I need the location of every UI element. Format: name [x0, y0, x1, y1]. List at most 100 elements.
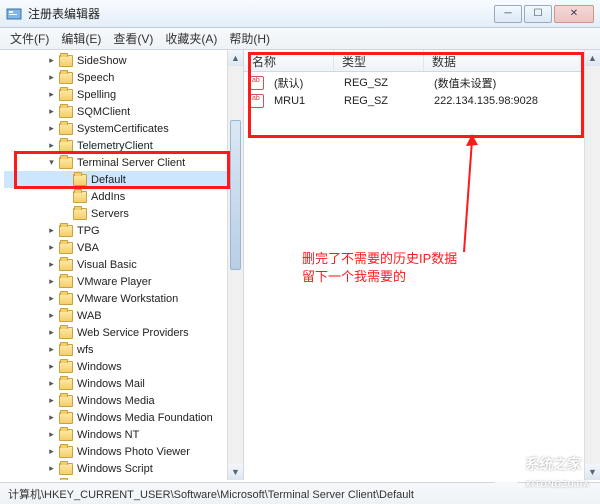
watermark: 系统之家 XITONGZUJIA — [493, 454, 590, 490]
folder-icon — [59, 140, 73, 152]
tree-item[interactable]: ▸ TPG — [4, 222, 243, 239]
scroll-thumb[interactable] — [230, 120, 241, 270]
tree-item[interactable]: ▸Windows Mail — [4, 375, 243, 392]
expander-icon[interactable]: ▸ — [46, 106, 57, 117]
expander-icon[interactable]: ▸ — [46, 463, 57, 474]
value-row[interactable]: MRU1REG_SZ222.134.135.98:9028 — [244, 92, 600, 110]
tree-item[interactable]: ▸ Visual Basic — [4, 256, 243, 273]
tree-item[interactable]: ▸Windows Script Host — [4, 477, 243, 480]
scroll-up-button[interactable]: ▲ — [585, 50, 600, 66]
expander-icon[interactable] — [60, 191, 71, 202]
col-name[interactable]: 名称 — [244, 50, 334, 71]
tree-item[interactable]: ▸Spelling — [4, 86, 243, 103]
tree-item[interactable]: ▸Web Service Providers — [4, 324, 243, 341]
expander-icon[interactable]: ▸ — [46, 276, 57, 287]
scroll-down-button[interactable]: ▼ — [228, 464, 243, 480]
close-button[interactable]: ✕ — [554, 5, 594, 23]
folder-icon — [59, 123, 73, 135]
expander-icon[interactable]: ▾ — [46, 157, 57, 168]
tree-item[interactable]: ▸ Speech — [4, 69, 243, 86]
tree-item[interactable]: ▸ VBA — [4, 239, 243, 256]
annotation-line2: 留下一个我需要的 — [302, 268, 457, 286]
tree-item[interactable]: Default — [4, 171, 243, 188]
tree-label: Default — [91, 174, 126, 186]
tree-label: SystemCertificates — [77, 123, 169, 135]
expander-icon[interactable] — [60, 174, 71, 185]
folder-icon — [59, 310, 73, 322]
expander-icon[interactable]: ▸ — [46, 55, 57, 66]
tree-item[interactable]: Servers — [4, 205, 243, 222]
status-path: 计算机\HKEY_CURRENT_USER\Software\Microsoft… — [8, 489, 414, 501]
values-scrollbar[interactable]: ▲ ▼ — [584, 50, 600, 480]
minimize-button[interactable]: ─ — [494, 5, 522, 23]
tree-item[interactable]: ▸Windows Script — [4, 460, 243, 477]
tree-item[interactable]: ▸Windows Media Foundation — [4, 409, 243, 426]
tree-item[interactable]: ▾Terminal Server Client — [4, 154, 243, 171]
tree-item[interactable]: ▸SQMClient — [4, 103, 243, 120]
value-row[interactable]: (默认)REG_SZ(数值未设置) — [244, 74, 600, 92]
tree-item[interactable]: ▸ SystemCertificates — [4, 120, 243, 137]
folder-icon — [59, 106, 73, 118]
expander-icon[interactable]: ▸ — [46, 327, 57, 338]
expander-icon[interactable]: ▸ — [46, 225, 57, 236]
expander-icon[interactable]: ▸ — [46, 242, 57, 253]
menu-file[interactable]: 文件(F) — [6, 28, 53, 49]
col-data[interactable]: 数据 — [424, 50, 600, 71]
folder-icon — [73, 174, 87, 186]
tree-label: Visual Basic — [77, 259, 137, 271]
registry-tree[interactable]: ▸SideShow▸Speech▸Spelling▸SQMClient▸Syst… — [0, 50, 244, 480]
expander-icon[interactable]: ▸ — [46, 72, 57, 83]
tree-item[interactable]: ▸SideShow — [4, 52, 243, 69]
expander-icon[interactable]: ▸ — [46, 259, 57, 270]
col-type[interactable]: 类型 — [334, 50, 424, 71]
tree-item[interactable]: ▸Windows NT — [4, 426, 243, 443]
regedit-icon — [6, 6, 22, 22]
menu-edit[interactable]: 编辑(E) — [57, 28, 105, 49]
expander-icon[interactable]: ▸ — [46, 310, 57, 321]
menu-view[interactable]: 查看(V) — [109, 28, 157, 49]
tree-item[interactable]: AddIns — [4, 188, 243, 205]
value-type: REG_SZ — [336, 95, 426, 107]
tree-label: AddIns — [91, 191, 125, 203]
tree-item[interactable]: ▸Windows Photo Viewer — [4, 443, 243, 460]
folder-icon — [59, 463, 73, 475]
folder-icon — [59, 276, 73, 288]
tree-label: TPG — [77, 225, 100, 237]
tree-item[interactable]: ▸ wfs — [4, 341, 243, 358]
tree-item[interactable]: ▸VMware Player — [4, 273, 243, 290]
folder-icon — [59, 225, 73, 237]
expander-icon[interactable]: ▸ — [46, 123, 57, 134]
expander-icon[interactable]: ▸ — [46, 429, 57, 440]
tree-label: Windows Script Host — [77, 480, 178, 481]
expander-icon[interactable]: ▸ — [46, 446, 57, 457]
expander-icon[interactable]: ▸ — [46, 412, 57, 423]
menu-favorites[interactable]: 收藏夹(A) — [161, 28, 221, 49]
expander-icon[interactable]: ▸ — [46, 89, 57, 100]
expander-icon[interactable]: ▸ — [46, 361, 57, 372]
tree-label: wfs — [77, 344, 94, 356]
annotation-line1: 删完了不需要的历史IP数据 — [302, 250, 457, 268]
menu-help[interactable]: 帮助(H) — [225, 28, 274, 49]
folder-icon — [59, 327, 73, 339]
string-value-icon — [250, 94, 264, 108]
folder-icon — [73, 208, 87, 220]
values-body[interactable]: (默认)REG_SZ(数值未设置)MRU1REG_SZ222.134.135.9… — [244, 72, 600, 112]
tree-item[interactable]: ▸Windows — [4, 358, 243, 375]
annotation-arrow — [404, 132, 484, 262]
expander-icon[interactable]: ▸ — [46, 344, 57, 355]
maximize-button[interactable]: ☐ — [524, 5, 552, 23]
tree-item[interactable]: ▸WAB — [4, 307, 243, 324]
scroll-up-button[interactable]: ▲ — [228, 50, 243, 66]
tree-item[interactable]: ▸Windows Media — [4, 392, 243, 409]
expander-icon[interactable] — [60, 208, 71, 219]
expander-icon[interactable]: ▸ — [46, 395, 57, 406]
expander-icon[interactable]: ▸ — [46, 378, 57, 389]
tree-label: Speech — [77, 72, 114, 84]
tree-item[interactable]: ▸TelemetryClient — [4, 137, 243, 154]
tree-label: VBA — [77, 242, 99, 254]
expander-icon[interactable]: ▸ — [46, 293, 57, 304]
expander-icon[interactable]: ▸ — [46, 140, 57, 151]
tree-item[interactable]: ▸VMware Workstation — [4, 290, 243, 307]
tree-scrollbar[interactable]: ▲ ▼ — [227, 50, 243, 480]
value-name: (默认) — [266, 75, 336, 91]
